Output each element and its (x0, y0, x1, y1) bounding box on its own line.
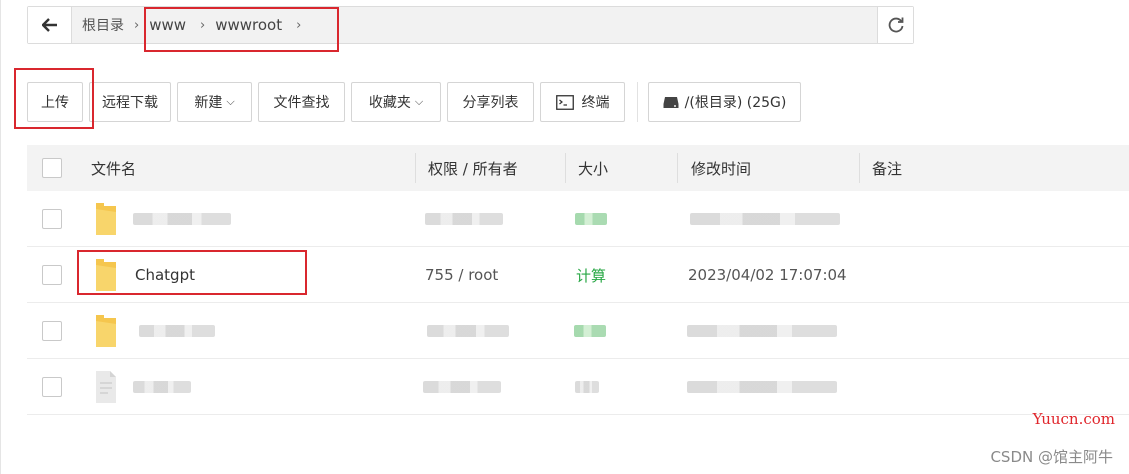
column-divider (415, 153, 416, 183)
blurred-modified-time (690, 213, 840, 225)
column-note[interactable]: 备注 (872, 145, 902, 191)
row-checkbox[interactable] (42, 209, 62, 229)
back-button[interactable] (28, 7, 72, 43)
csdn-watermark: CSDN @馆主阿牛 (990, 448, 1113, 466)
refresh-button[interactable] (877, 7, 913, 43)
terminal-button[interactable]: 终端 (540, 82, 625, 122)
column-modified-time[interactable]: 修改时间 (691, 145, 751, 191)
column-size[interactable]: 大小 (578, 145, 608, 191)
column-permission[interactable]: 权限 / 所有者 (428, 145, 518, 191)
file-table: 文件名 权限 / 所有者 大小 修改时间 备注 Chatgpt 755 / ro… (27, 145, 1129, 415)
file-search-button[interactable]: 文件查找 (258, 82, 345, 122)
table-row[interactable] (27, 359, 1129, 415)
column-name[interactable]: 文件名 (91, 145, 136, 191)
row-checkbox[interactable] (42, 377, 62, 397)
table-row[interactable] (27, 303, 1129, 359)
select-all-checkbox[interactable] (42, 158, 62, 178)
column-divider (565, 153, 566, 183)
blurred-file-name (133, 213, 231, 225)
blurred-size (575, 213, 607, 225)
chevron-right-icon: › (134, 17, 140, 33)
table-row[interactable]: Chatgpt 755 / root 计算 2023/04/02 17:07:0… (27, 247, 1129, 303)
share-list-button[interactable]: 分享列表 (447, 82, 534, 122)
chevron-right-icon: › (200, 17, 206, 33)
chevron-right-icon: › (296, 17, 302, 33)
file-name-link[interactable]: Chatgpt (135, 247, 195, 303)
toolbar-divider (637, 82, 638, 122)
favorites-button-label: 收藏夹 (368, 95, 411, 111)
path-bar: 根目录 › www › wwwroot › (27, 6, 914, 44)
table-header: 文件名 权限 / 所有者 大小 修改时间 备注 (27, 145, 1129, 191)
blurred-permission (427, 325, 509, 337)
chevron-down-icon: ⌵ (414, 95, 424, 108)
column-divider (677, 153, 678, 183)
site-watermark: Yuucn.com (1032, 410, 1115, 428)
blurred-file-name (133, 381, 191, 393)
blurred-size (575, 381, 599, 393)
remote-download-button[interactable]: 远程下载 (89, 82, 171, 122)
file-icon (96, 371, 116, 403)
arrow-left-icon (41, 18, 57, 32)
table-row[interactable] (27, 191, 1129, 247)
blurred-file-name (139, 325, 215, 337)
row-checkbox[interactable] (42, 321, 62, 341)
terminal-button-label: 终端 (581, 95, 610, 111)
new-button[interactable]: 新建 ⌵ (177, 82, 252, 122)
chevron-down-icon: ⌵ (226, 95, 235, 108)
blurred-permission (423, 381, 501, 393)
blurred-modified-time (687, 325, 837, 337)
breadcrumb-root[interactable]: 根目录 (72, 15, 126, 35)
folder-icon (96, 259, 116, 291)
new-button-label: 新建 (194, 95, 223, 111)
disk-button[interactable]: /(根目录) (25G) (648, 82, 801, 122)
blurred-modified-time (687, 381, 837, 393)
permission-owner[interactable]: 755 / root (425, 247, 498, 303)
terminal-icon (555, 94, 574, 110)
toolbar: 上传 远程下载 新建 ⌵ 文件查找 收藏夹 ⌵ 分享列表 终端 /(根目录) (… (27, 82, 807, 122)
refresh-icon (888, 17, 903, 33)
breadcrumb-wwwroot[interactable]: wwwroot (215, 16, 284, 34)
modified-time: 2023/04/02 17:07:04 (688, 266, 847, 284)
hard-drive-icon (663, 97, 679, 108)
blurred-permission (425, 213, 503, 225)
breadcrumb-www[interactable]: www (149, 16, 188, 34)
disk-button-label: /(根目录) (25G) (684, 95, 787, 111)
folder-icon (96, 315, 116, 347)
column-divider (859, 153, 860, 183)
breadcrumb: 根目录 › www › wwwroot › (72, 7, 877, 43)
row-checkbox[interactable] (42, 265, 62, 285)
favorites-button[interactable]: 收藏夹 ⌵ (351, 82, 441, 122)
file-manager: 根目录 › www › wwwroot › 上传 远程下载 新建 ⌵ 文件查找 … (0, 0, 1129, 474)
upload-button[interactable]: 上传 (27, 82, 83, 122)
blurred-size (574, 325, 606, 337)
folder-icon (96, 203, 116, 235)
calculate-size-link[interactable]: 计算 (576, 247, 606, 303)
